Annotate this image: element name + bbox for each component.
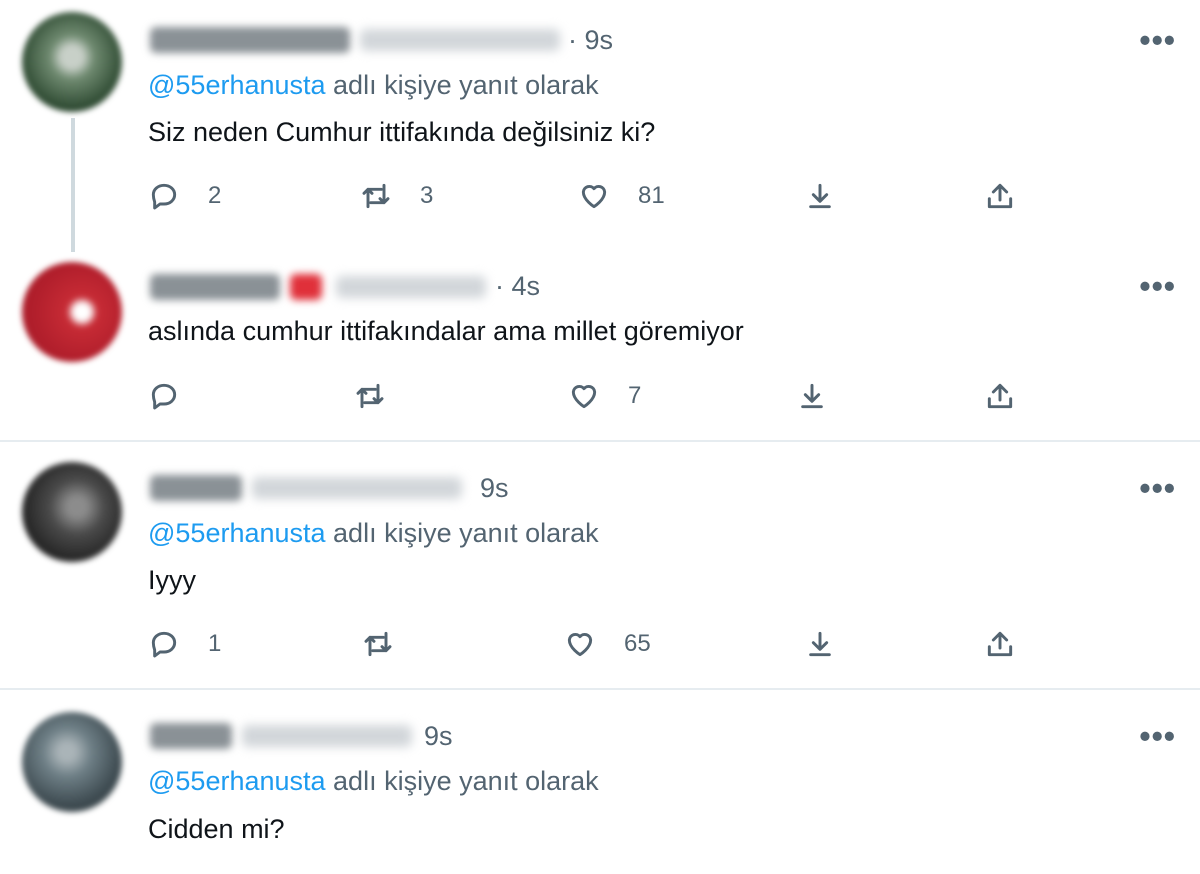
tweet-text: Iyyy bbox=[148, 565, 197, 595]
retweet-button[interactable] bbox=[354, 376, 414, 416]
like-icon bbox=[567, 632, 593, 657]
share-button[interactable] bbox=[984, 176, 1016, 216]
download-button[interactable] bbox=[796, 376, 828, 416]
share-icon bbox=[987, 383, 1013, 409]
retweet-button[interactable]: 3 bbox=[360, 176, 433, 216]
timestamp[interactable]: 9s bbox=[480, 473, 509, 504]
like-button[interactable]: 65 bbox=[564, 624, 651, 664]
reply-context-label: adlı kişiye yanıt olarak bbox=[325, 766, 599, 796]
retweet-count: 3 bbox=[420, 182, 434, 209]
tweet-1[interactable]: · 9s ••• @55erhanusta adlı kişiye yanıt … bbox=[0, 0, 1200, 252]
display-name[interactable] bbox=[150, 274, 280, 300]
retweet-icon bbox=[364, 631, 392, 657]
like-count: 81 bbox=[638, 182, 665, 209]
flag-emoji bbox=[290, 274, 322, 300]
avatar[interactable] bbox=[22, 262, 122, 362]
reply-icon bbox=[151, 183, 177, 210]
action-bar: 7 bbox=[148, 376, 1048, 416]
avatar[interactable] bbox=[22, 12, 122, 112]
download-icon bbox=[809, 631, 831, 657]
avatar[interactable] bbox=[22, 712, 122, 812]
username[interactable] bbox=[336, 276, 486, 298]
more-icon[interactable]: ••• bbox=[1139, 270, 1176, 302]
reply-count: 2 bbox=[208, 182, 222, 209]
username[interactable] bbox=[252, 477, 462, 499]
download-icon bbox=[809, 183, 831, 209]
retweet-button[interactable] bbox=[362, 624, 422, 664]
more-icon[interactable]: ••• bbox=[1139, 472, 1176, 504]
tweet-4[interactable]: 9s ••• @55erhanusta adlı kişiye yanıt ol… bbox=[0, 690, 1200, 874]
action-bar: 2 3 81 bbox=[148, 176, 1048, 216]
reply-context: @55erhanusta adlı kişiye yanıt olarak bbox=[148, 766, 599, 797]
like-count: 7 bbox=[628, 382, 642, 409]
reply-context-label: adlı kişiye yanıt olarak bbox=[325, 70, 599, 100]
tweet-text: Cidden mi? bbox=[148, 814, 285, 844]
share-icon bbox=[987, 631, 1013, 657]
reply-count: 1 bbox=[208, 630, 222, 657]
retweet-icon bbox=[362, 183, 390, 209]
more-icon[interactable]: ••• bbox=[1139, 24, 1176, 56]
tweet-2[interactable]: · 4s ••• aslında cumhur ittifakındalar a… bbox=[0, 250, 1200, 440]
reply-context: @55erhanusta adlı kişiye yanıt olarak bbox=[148, 518, 599, 549]
reply-button[interactable]: 2 bbox=[148, 176, 221, 216]
tweet-text: Siz neden Cumhur ittifakında değilsiniz … bbox=[148, 117, 656, 147]
mention-link[interactable]: @55erhanusta bbox=[148, 70, 326, 100]
avatar[interactable] bbox=[22, 462, 122, 562]
tweet-3[interactable]: 9s ••• @55erhanusta adlı kişiye yanıt ol… bbox=[0, 442, 1200, 688]
reply-context-label: adlı kişiye yanıt olarak bbox=[325, 518, 599, 548]
like-count: 65 bbox=[624, 630, 651, 657]
like-button[interactable]: 7 bbox=[568, 376, 641, 416]
reply-icon bbox=[151, 631, 177, 658]
mention-link[interactable]: @55erhanusta bbox=[148, 766, 326, 796]
reply-button[interactable]: 1 bbox=[148, 624, 221, 664]
timestamp[interactable]: · 4s bbox=[495, 271, 540, 302]
share-button[interactable] bbox=[984, 376, 1016, 416]
tweet-text: aslında cumhur ittifakındalar ama millet… bbox=[148, 316, 744, 346]
mention-link[interactable]: @55erhanusta bbox=[148, 518, 326, 548]
like-button[interactable]: 81 bbox=[578, 176, 665, 216]
display-name[interactable] bbox=[150, 27, 350, 53]
like-icon bbox=[571, 384, 597, 409]
display-name[interactable] bbox=[150, 475, 242, 501]
thread-line bbox=[71, 118, 75, 252]
share-icon bbox=[987, 183, 1013, 209]
download-icon bbox=[801, 383, 823, 409]
download-button[interactable] bbox=[804, 176, 836, 216]
like-icon bbox=[581, 184, 607, 209]
reply-context: @55erhanusta adlı kişiye yanıt olarak bbox=[148, 70, 599, 101]
more-icon[interactable]: ••• bbox=[1139, 720, 1176, 752]
timestamp[interactable]: 9s bbox=[424, 721, 453, 752]
action-bar: 1 65 bbox=[148, 624, 1048, 664]
timestamp[interactable]: · 9s bbox=[568, 25, 613, 56]
retweet-icon bbox=[356, 383, 384, 409]
display-name[interactable] bbox=[150, 723, 232, 749]
share-button[interactable] bbox=[984, 624, 1016, 664]
username[interactable] bbox=[360, 29, 560, 51]
reply-icon bbox=[151, 383, 177, 410]
reply-button[interactable] bbox=[148, 376, 208, 416]
download-button[interactable] bbox=[804, 624, 836, 664]
username[interactable] bbox=[242, 725, 412, 747]
